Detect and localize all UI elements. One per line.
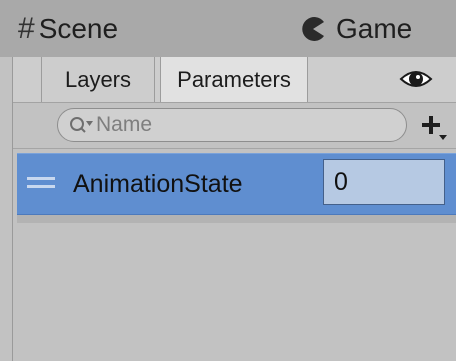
panel-subtabbar: Layers Parameters bbox=[13, 57, 456, 103]
tab-scene[interactable]: # Scene bbox=[18, 0, 118, 57]
tab-layers-label: Layers bbox=[64, 66, 132, 92]
divider bbox=[13, 148, 456, 149]
search-row: Name bbox=[13, 103, 456, 148]
tab-parameters-label: Parameters bbox=[177, 66, 291, 92]
list-footer bbox=[17, 215, 456, 223]
plus-icon[interactable] bbox=[415, 109, 449, 143]
search-input[interactable]: Name bbox=[57, 108, 407, 142]
parameter-row[interactable]: AnimationState 0 bbox=[17, 153, 456, 215]
scene-hash-icon: # bbox=[18, 11, 35, 45]
search-icon bbox=[70, 117, 93, 133]
tab-game-label: Game bbox=[336, 12, 413, 44]
parameter-name: AnimationState bbox=[73, 169, 243, 198]
search-placeholder: Name bbox=[96, 113, 153, 136]
editor-tabbar: # Scene Game bbox=[0, 0, 456, 57]
tab-layers[interactable]: Layers bbox=[41, 57, 155, 102]
tab-game[interactable]: Game bbox=[300, 0, 412, 57]
tab-parameters[interactable]: Parameters bbox=[160, 57, 308, 102]
animator-parameters-panel: Layers Parameters Name AnimationState 0 bbox=[12, 57, 456, 361]
parameter-value: 0 bbox=[334, 167, 348, 196]
drag-handle-icon[interactable] bbox=[27, 174, 57, 192]
eye-icon[interactable] bbox=[399, 67, 433, 91]
parameter-value-field[interactable]: 0 bbox=[323, 159, 445, 205]
tab-scene-label: Scene bbox=[38, 12, 119, 44]
game-pacman-icon bbox=[302, 16, 324, 41]
